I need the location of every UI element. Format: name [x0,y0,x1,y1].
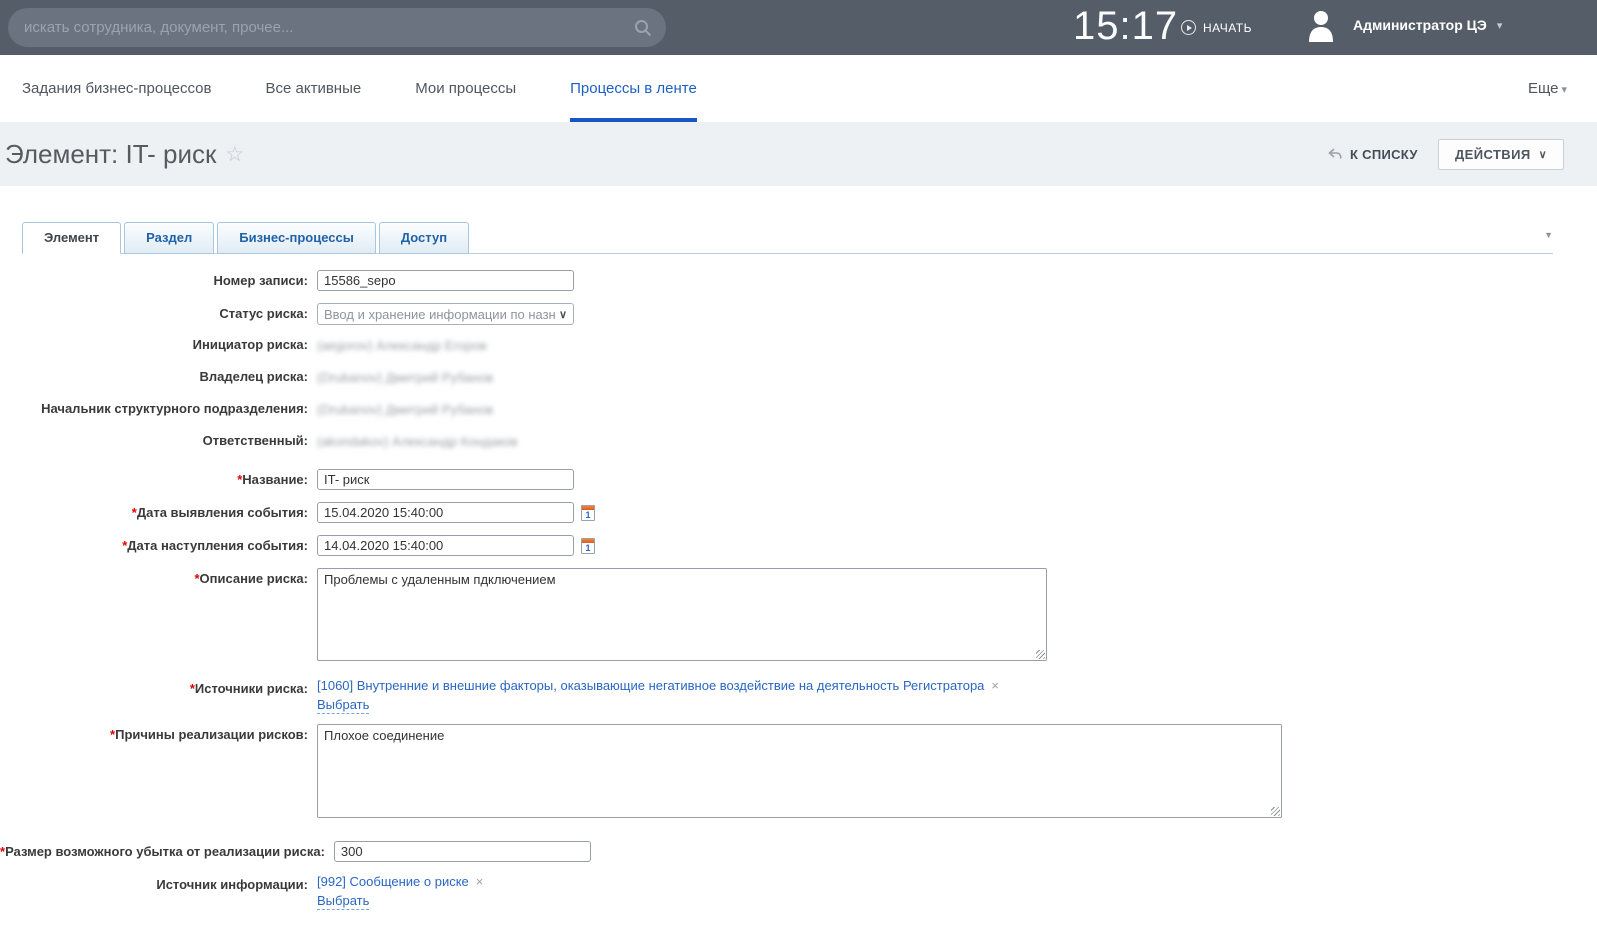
back-arrow-icon [1328,148,1342,160]
search-input[interactable] [24,19,634,36]
field-label: *Источники риска: [0,678,317,714]
actions-button[interactable]: ДЕЙСТВИЯ ∨ [1438,139,1564,170]
field-label: Источник информации: [0,874,317,910]
tab-access[interactable]: Доступ [379,222,469,254]
worktime-clock: 15:17 [1073,4,1178,49]
choose-risk-source-link[interactable]: Выбрать [317,697,369,714]
select-chevron-down-icon: ∨ [559,308,567,321]
field-label: Начальник структурного подразделения: [0,401,317,419]
field-row-risk-sources: *Источники риска: [1060] Внутренние и вн… [0,678,1597,714]
field-label: *Размер возможного убытка от реализации … [0,841,334,862]
actions-chevron-down-icon: ∨ [1539,148,1547,161]
name-input[interactable] [317,469,574,490]
field-label: *Дата наступления события: [0,535,317,556]
top-header: 15:17 НАЧАТЬ Администратор ЦЭ ▾ [0,0,1597,55]
field-label: Статус риска: [0,303,317,325]
field-label: *Дата выявления события: [0,502,317,523]
nav-item-my-processes[interactable]: Мои процессы [415,55,516,122]
field-label: Номер записи: [0,270,317,291]
field-row-department-head: Начальник структурного подразделения: (D… [0,401,1597,419]
tab-element[interactable]: Элемент [22,222,121,254]
risk-owner-value-blurred: (Drubanov) Дмитрий Рубанов [317,370,493,385]
field-row-record-number: Номер записи: [0,270,1597,291]
search-icon[interactable] [634,19,652,37]
more-caret-down-icon: ▾ [1561,84,1567,96]
page-title: Элемент: IT- риск [5,139,216,170]
start-workday-button[interactable]: НАЧАТЬ [1181,20,1252,35]
nav-more-label: Еще [1528,80,1559,97]
field-row-detection-date: *Дата выявления события: 1 [0,502,1597,523]
occurrence-date-input[interactable] [317,535,574,556]
choose-info-source-link[interactable]: Выбрать [317,893,369,910]
risk-initiator-value-blurred: (aegorov) Александр Егоров [317,338,487,353]
field-label: Ответственный: [0,433,317,451]
favorite-star-icon[interactable]: ☆ [225,142,244,167]
tab-business-processes[interactable]: Бизнес-процессы [217,222,376,254]
actions-label: ДЕЙСТВИЯ [1455,147,1531,162]
avatar-icon [1305,8,1337,42]
remove-icon[interactable]: × [991,678,999,693]
field-row-risk-owner: Владелец риска: (Drubanov) Дмитрий Рубан… [0,369,1597,387]
field-row-name: *Название: [0,469,1597,490]
global-search[interactable] [8,8,666,47]
risk-status-value: Ввод и хранение информации по назна [324,307,555,322]
field-row-info-source: Источник информации: [992] Сообщение о р… [0,874,1597,910]
field-label: *Причины реализации рисков: [0,724,317,823]
detection-date-input[interactable] [317,502,574,523]
remove-icon[interactable]: × [476,874,484,889]
main-nav: Задания бизнес-процессов Все активные Мо… [0,55,1597,122]
risk-description-textarea[interactable]: Проблемы с удаленным пдключением [317,568,1047,661]
field-row-risk-causes: *Причины реализации рисков: Плохое соеди… [0,724,1597,823]
user-caret-down-icon: ▾ [1497,19,1503,32]
risk-causes-textarea[interactable]: Плохое соединение [317,724,1282,818]
start-workday-label: НАЧАТЬ [1203,21,1252,35]
record-number-input[interactable] [317,270,574,291]
user-menu[interactable]: Администратор ЦЭ ▾ [1305,8,1502,42]
info-source-link[interactable]: [992] Сообщение о риске [317,874,469,889]
risk-source-link[interactable]: [1060] Внутренние и внешние факторы, ока… [317,678,984,693]
user-name: Администратор ЦЭ [1353,17,1487,33]
nav-more-button[interactable]: Еще▾ [1528,80,1567,97]
tab-section[interactable]: Раздел [124,222,214,254]
field-label: *Описание риска: [0,568,317,666]
resize-grip-icon[interactable] [1271,807,1280,816]
risk-status-select[interactable]: Ввод и хранение информации по назна ∨ [317,303,574,325]
responsible-value-blurred: (akondakov) Александр Кондаков [317,434,518,449]
nav-item-all-active[interactable]: Все активные [265,55,361,122]
tabs-dropdown-triangle-icon[interactable]: ▼ [1544,230,1553,240]
detail-tabs: Элемент Раздел Бизнес-процессы Доступ ▼ [22,222,1553,254]
field-label: Владелец риска: [0,369,317,387]
field-label: *Название: [0,469,317,490]
calendar-icon[interactable]: 1 [581,505,595,521]
play-icon [1181,20,1196,35]
field-row-risk-initiator: Инициатор риска: (aegorov) Александр Его… [0,337,1597,355]
department-head-value-blurred: (Drubanov) Дмитрий Рубанов [317,402,493,417]
field-row-risk-description: *Описание риска: Проблемы с удаленным пд… [0,568,1597,666]
page-title-band: Элемент: IT- риск ☆ К СПИСКУ ДЕЙСТВИЯ ∨ [0,122,1597,186]
back-to-list-link[interactable]: К СПИСКУ [1328,147,1418,162]
calendar-icon[interactable]: 1 [581,538,595,554]
field-row-occurrence-date: *Дата наступления события: 1 [0,535,1597,556]
nav-item-bp-tasks[interactable]: Задания бизнес-процессов [22,55,211,122]
nav-item-processes-feed[interactable]: Процессы в ленте [570,55,697,122]
field-row-risk-status: Статус риска: Ввод и хранение информации… [0,303,1597,325]
possible-loss-input[interactable] [334,841,591,862]
element-form: Номер записи: Статус риска: Ввод и хране… [0,270,1597,910]
field-row-possible-loss: *Размер возможного убытка от реализации … [0,841,1597,862]
back-to-list-label: К СПИСКУ [1350,147,1418,162]
resize-grip-icon[interactable] [1036,650,1045,659]
field-label: Инициатор риска: [0,337,317,355]
field-row-responsible: Ответственный: (akondakov) Александр Кон… [0,433,1597,451]
